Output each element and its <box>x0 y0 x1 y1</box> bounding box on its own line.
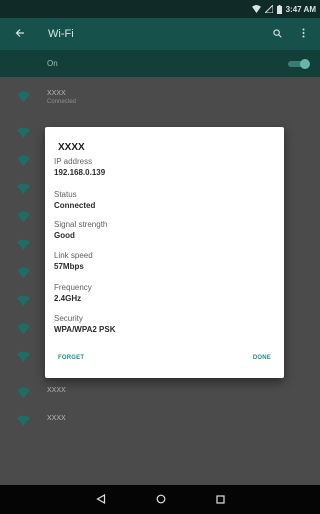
field-label: Status <box>54 190 77 199</box>
wifi-toggle-switch[interactable] <box>288 59 310 69</box>
wifi-signal-icon <box>17 209 30 227</box>
back-arrow-icon <box>15 25 25 43</box>
field-value: 2.4GHz <box>54 294 82 303</box>
field-value: WPA/WPA2 PSK <box>54 325 116 334</box>
overflow-menu-icon <box>302 25 305 43</box>
page-title: Wi-Fi <box>48 28 74 40</box>
field-frequency: Frequency 2.4GHz <box>54 283 92 304</box>
field-label: Link speed <box>54 251 93 260</box>
field-value: Good <box>54 231 75 240</box>
network-ssid: XXXX <box>47 387 66 394</box>
field-link-speed: Link speed 57Mbps <box>54 251 93 272</box>
field-label: Signal strength <box>54 220 108 229</box>
home-nav-button[interactable] <box>156 491 166 509</box>
back-nav-button[interactable] <box>95 491 106 509</box>
network-ssid: XXXX <box>47 415 66 422</box>
forget-button[interactable]: FORGET <box>58 355 84 361</box>
field-value: Connected <box>54 201 96 210</box>
field-ip-address: IP address 192.168.0.139 <box>54 157 105 178</box>
wifi-signal-icon <box>17 181 30 199</box>
dialog-title: XXXX <box>58 142 85 153</box>
search-button[interactable] <box>268 25 286 43</box>
network-row[interactable]: XXXX <box>0 377 320 405</box>
overflow-menu-button[interactable] <box>294 25 312 43</box>
wifi-toggle-row[interactable]: On <box>0 50 320 77</box>
status-time: 3:47 AM <box>285 4 316 14</box>
signal-icon <box>264 5 273 13</box>
status-bar: 3:47 AM <box>0 0 320 18</box>
wifi-signal-icon <box>17 321 30 339</box>
field-signal-strength: Signal strength Good <box>54 220 107 241</box>
done-button[interactable]: DONE <box>253 355 271 361</box>
field-value: 57Mbps <box>54 262 84 271</box>
field-label: Security <box>54 314 83 323</box>
network-row[interactable]: XXXX <box>0 405 320 433</box>
navigation-bar <box>0 485 320 514</box>
wifi-toggle-label: On <box>47 59 58 68</box>
wifi-signal-icon <box>17 153 30 171</box>
field-security: Security WPA/WPA2 PSK <box>54 314 115 335</box>
field-label: Frequency <box>54 283 92 292</box>
wifi-signal-icon <box>17 349 30 367</box>
field-value: 192.168.0.139 <box>54 168 106 177</box>
network-row[interactable]: XXXX Connected <box>0 81 320 109</box>
wifi-signal-icon <box>17 237 30 255</box>
network-details-dialog: XXXX IP address 192.168.0.139 Status Con… <box>45 127 284 378</box>
wifi-signal-icon <box>17 413 30 431</box>
battery-icon <box>276 4 282 14</box>
wifi-signal-icon <box>17 125 30 143</box>
network-status: Connected <box>47 99 77 105</box>
wifi-signal-icon <box>17 293 30 311</box>
network-ssid: XXXX <box>47 90 66 97</box>
wifi-status-icon <box>251 5 261 13</box>
field-label: IP address <box>54 157 93 166</box>
back-button[interactable] <box>0 25 40 43</box>
app-bar: Wi-Fi <box>0 18 320 50</box>
back-triangle-icon <box>95 493 105 504</box>
recents-nav-button[interactable] <box>215 491 225 509</box>
search-icon <box>272 25 282 43</box>
wifi-signal-icon <box>17 89 30 107</box>
toggle-thumb <box>300 59 310 69</box>
field-status: Status Connected <box>54 190 95 211</box>
home-circle-icon <box>156 494 165 503</box>
recents-square-icon <box>215 494 225 504</box>
wifi-signal-icon <box>17 385 30 403</box>
wifi-signal-icon <box>17 265 30 283</box>
